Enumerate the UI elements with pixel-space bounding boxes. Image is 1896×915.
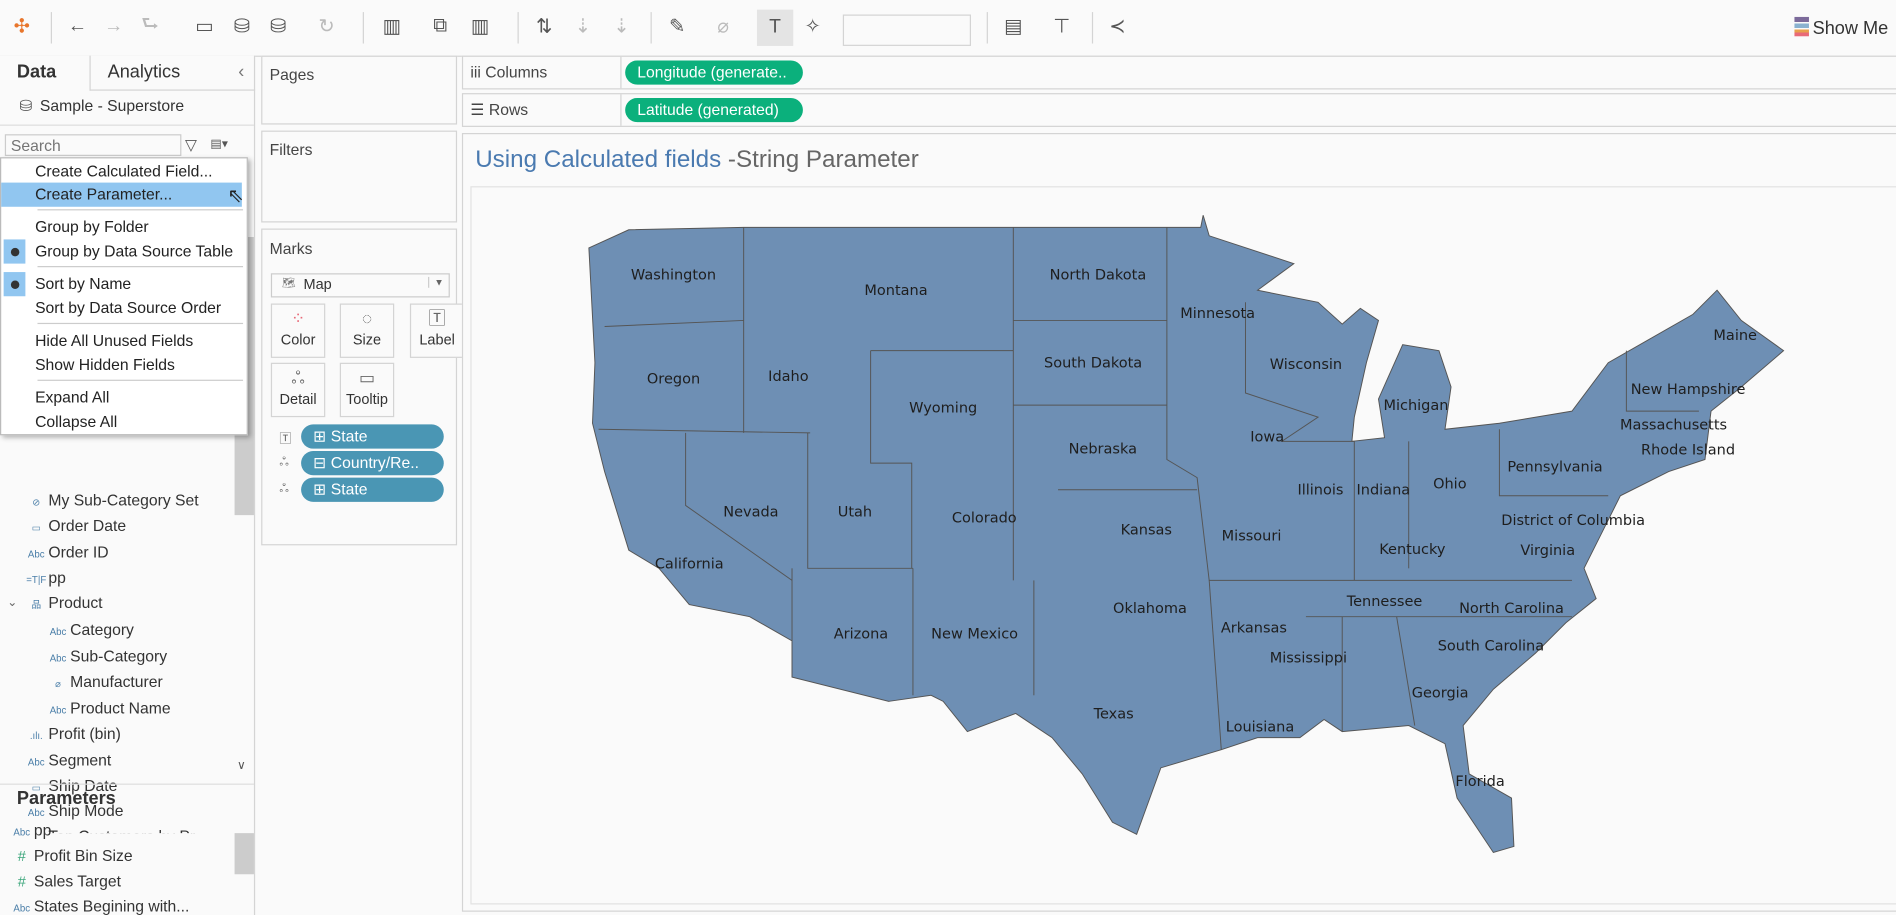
state-label: Georgia: [1412, 686, 1469, 702]
state-label: Massachusetts: [1620, 417, 1727, 433]
state-label: New Hampshire: [1631, 382, 1746, 398]
state-label: Missouri: [1222, 529, 1282, 545]
state-label: Colorado: [952, 510, 1017, 526]
state-label: Florida: [1455, 774, 1504, 790]
state-label: South Carolina: [1438, 639, 1544, 655]
state-label: Kansas: [1121, 522, 1172, 538]
state-label: Arkansas: [1221, 620, 1287, 636]
state-label: California: [655, 556, 724, 572]
us-map[interactable]: Washington Montana North Dakota Minnesota Ma…: [0, 0, 1896, 915]
state-label: Tennessee: [1346, 594, 1423, 610]
state-label: Nevada: [723, 504, 778, 520]
state-label: Idaho: [768, 369, 809, 385]
state-label: Arizona: [834, 626, 888, 642]
state-label: South Dakota: [1044, 356, 1142, 372]
state-label: Illinois: [1297, 483, 1343, 499]
state-label: Texas: [1093, 706, 1134, 722]
state-label: Utah: [838, 504, 872, 520]
state-label: Pennsylvania: [1507, 460, 1602, 476]
state-label: Kentucky: [1379, 542, 1446, 558]
state-label: North Dakota: [1050, 267, 1147, 283]
state-label: Wyoming: [909, 400, 977, 416]
state-label: Nebraska: [1069, 441, 1137, 457]
state-label: New Mexico: [931, 626, 1018, 642]
state-label: Washington: [631, 267, 716, 283]
state-label: Montana: [864, 283, 927, 299]
state-label: Mississippi: [1270, 651, 1347, 667]
state-label: Wisconsin: [1270, 357, 1342, 373]
state-label: Maine: [1713, 328, 1757, 344]
state-label: Minnesota: [1180, 306, 1255, 322]
state-label: Indiana: [1356, 483, 1410, 499]
state-label: North Carolina: [1459, 601, 1564, 617]
state-label: Virginia: [1520, 543, 1575, 559]
state-label: Ohio: [1433, 477, 1467, 493]
state-label: District of Columbia: [1501, 513, 1645, 529]
state-label: Oregon: [647, 371, 700, 387]
state-label: Rhode Island: [1641, 443, 1735, 459]
state-label: Louisiana: [1226, 720, 1294, 736]
state-label: Michigan: [1383, 398, 1448, 414]
state-label: Iowa: [1250, 429, 1284, 445]
state-label: Oklahoma: [1113, 601, 1187, 617]
